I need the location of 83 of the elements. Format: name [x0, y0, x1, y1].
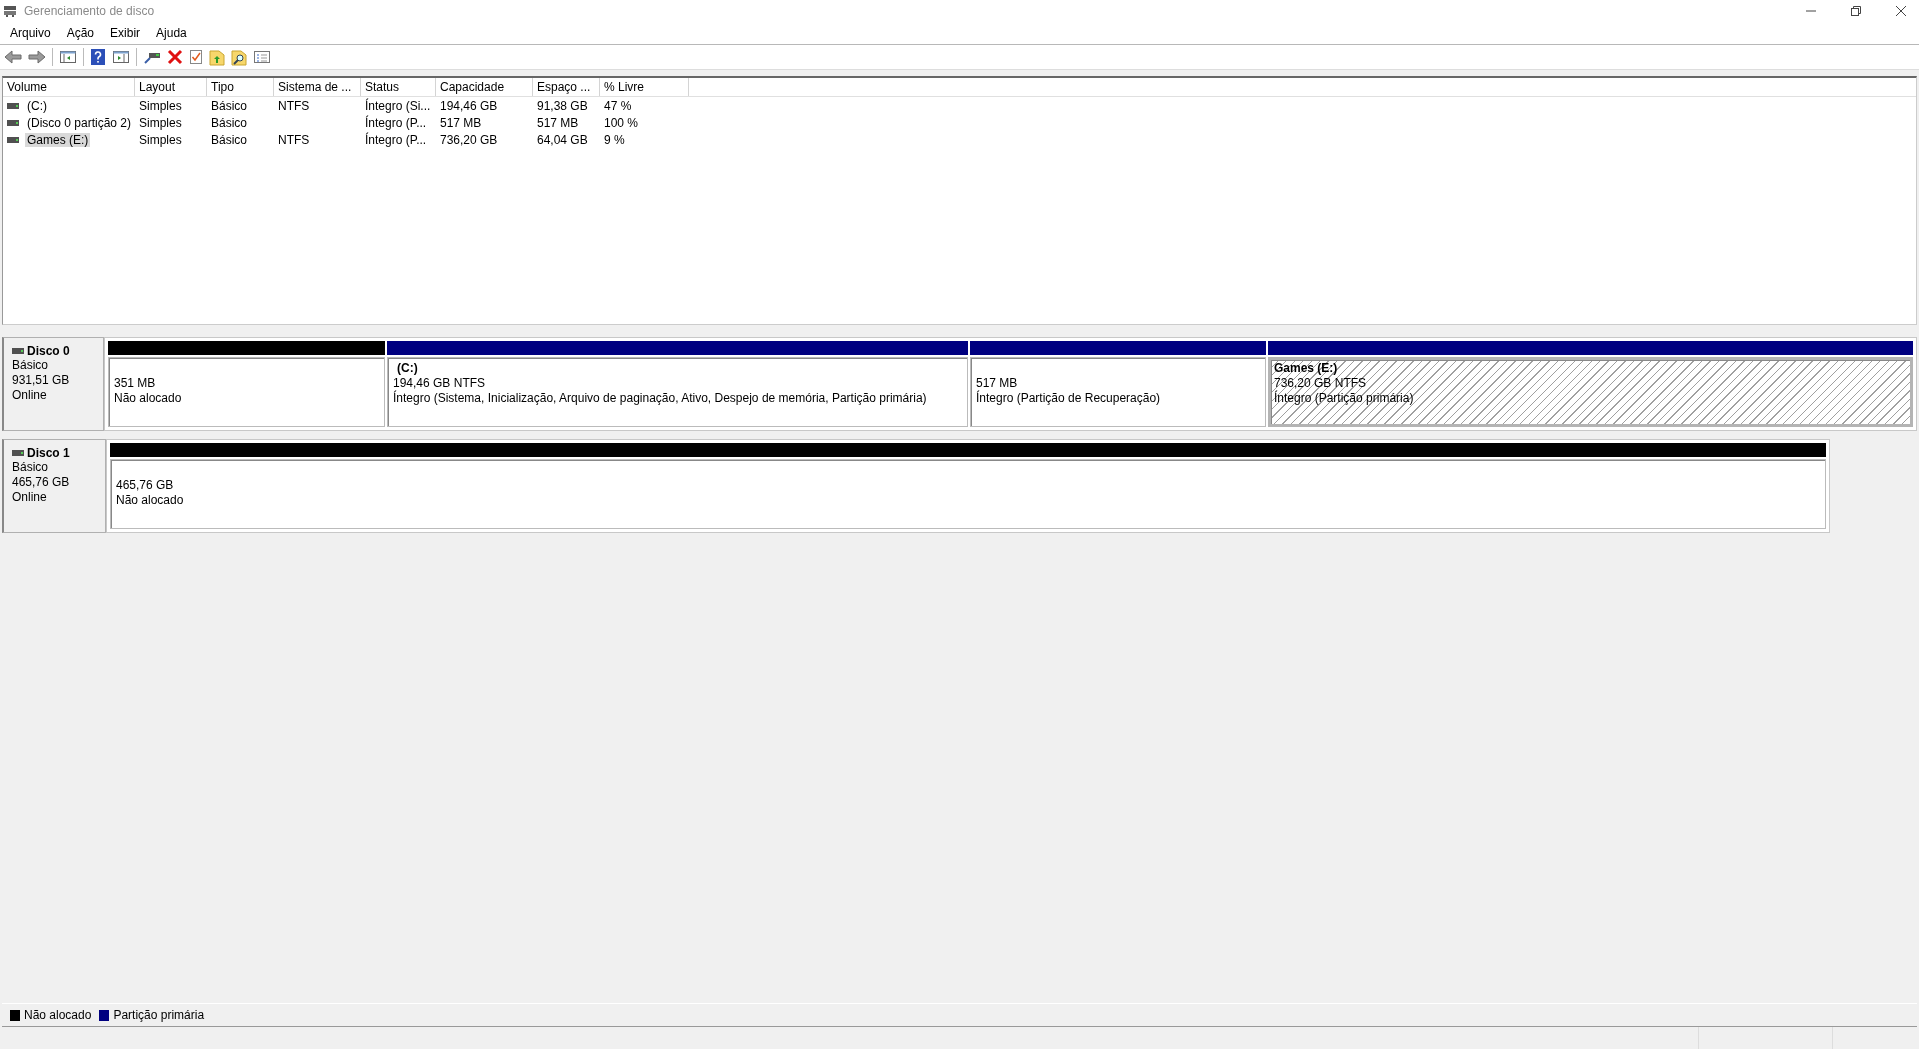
volume-list-item[interactable]: (Disco 0 partição 2): [25, 115, 134, 130]
partition-block[interactable]: 517 MB Íntegro (Partição de Recuperação): [970, 357, 1266, 427]
help-icon[interactable]: [90, 48, 106, 66]
menu-item[interactable]: Arquivo: [2, 23, 59, 43]
partition-info: 194,46 GB NTFS: [393, 376, 487, 390]
column-header[interactable]: Espaço ...: [533, 78, 600, 96]
disk-status: Online: [12, 388, 48, 403]
table-cell: Básico: [211, 132, 248, 147]
partition-info: 517 MB: [976, 376, 1019, 390]
disk-management-icon: [3, 5, 17, 17]
table-cell: 47 %: [604, 98, 632, 113]
drive-icon: [7, 102, 19, 109]
table-cell: Íntegro (Si...: [365, 98, 431, 113]
drive-icon: [12, 348, 24, 354]
partition-title: Games (E:): [1274, 361, 1339, 376]
drive-icon: [7, 119, 19, 126]
disk-name: Disco 0: [27, 344, 70, 358]
table-cell: Básico: [211, 115, 248, 130]
restore-icon[interactable]: [1850, 5, 1862, 17]
table-cell: Íntegro (P...: [365, 115, 427, 130]
console-tree-icon[interactable]: [59, 49, 77, 65]
partition-block[interactable]: 351 MB Não alocado: [108, 357, 385, 427]
table-cell: 64,04 GB: [537, 132, 588, 147]
disk-info-panel[interactable]: Disco 0 Básico 931,51 GB Online: [2, 337, 104, 431]
folder-search-icon[interactable]: [231, 48, 247, 66]
drive-icon: [7, 136, 19, 143]
table-cell: Íntegro (P...: [365, 132, 427, 147]
table-cell: Simples: [139, 132, 182, 147]
partition-info: Íntegro (Sistema, Inicialização, Arquivo de paginação, Ativo, Despejo de memória, Partição primária): [393, 391, 928, 406]
partition-info: Íntegro (Partição de Recuperação): [976, 391, 1162, 406]
disk-size: 931,51 GB: [12, 373, 71, 388]
column-header[interactable]: Tipo: [207, 78, 274, 96]
partition-title: (C:): [396, 361, 419, 376]
table-cell: Simples: [139, 98, 182, 113]
table-cell: NTFS: [278, 98, 310, 113]
partition-info: 465,76 GB: [116, 478, 175, 493]
table-cell: 517 MB: [440, 115, 482, 130]
partition-block[interactable]: 465,76 GB Não alocado: [110, 459, 1826, 529]
disk-name: Disco 1: [27, 446, 70, 460]
menu-item[interactable]: Ação: [58, 23, 103, 43]
properties-icon[interactable]: [189, 49, 203, 65]
table-cell: 194,46 GB: [440, 98, 498, 113]
partition-info: 351 MB: [114, 376, 157, 391]
volume-list-item[interactable]: Games (E:): [25, 132, 91, 147]
table-cell: NTFS: [278, 132, 310, 147]
partition-block[interactable]: (C:) 194,46 GB NTFS Íntegro (Sistema, Inicialização, Arquivo de paginação, Ativo, Despejo de memória, Partição primária): [387, 357, 968, 427]
column-header[interactable]: Capacidade: [436, 78, 533, 96]
disk-info-panel[interactable]: Disco 1 Básico 465,76 GB Online: [2, 439, 106, 533]
volume-list-item[interactable]: (C:): [25, 98, 49, 113]
column-header[interactable]: % Livre: [600, 78, 689, 96]
window-title: Gerenciamento de disco: [24, 4, 155, 18]
folder-up-icon[interactable]: [209, 48, 225, 66]
table-cell: 100 %: [604, 115, 639, 130]
column-header[interactable]: Volume: [3, 78, 135, 96]
drive-icon: [12, 450, 24, 456]
partition-info: Não alocado: [116, 493, 185, 508]
column-header[interactable]: Status: [361, 78, 436, 96]
disk-type: Básico: [12, 460, 50, 475]
legend-label: Partição primária: [113, 1008, 205, 1022]
forward-arrow-icon[interactable]: [28, 49, 46, 65]
column-header[interactable]: Sistema de ...: [274, 78, 361, 96]
list-view-icon[interactable]: [253, 49, 271, 65]
partition-block[interactable]: Games (E:) 736,20 GB NTFS Íntegro (Partição primária): [1268, 357, 1913, 427]
partition-info: 736,20 GB NTFS: [1274, 376, 1368, 390]
partition-info: Não alocado: [114, 391, 183, 406]
back-arrow-icon[interactable]: [4, 49, 22, 65]
table-cell: 91,38 GB: [537, 98, 588, 113]
table-cell: 517 MB: [537, 115, 579, 130]
menu-item[interactable]: Ajuda: [148, 23, 195, 43]
table-cell: 9 %: [604, 132, 625, 147]
action-pane-icon[interactable]: [112, 49, 130, 65]
disk-status: Online: [12, 490, 48, 505]
disk-size: 465,76 GB: [12, 475, 71, 490]
disk-type: Básico: [12, 358, 50, 373]
column-header[interactable]: Layout: [135, 78, 207, 96]
close-icon[interactable]: [1895, 5, 1907, 17]
table-cell: Básico: [211, 98, 248, 113]
menu-item[interactable]: Exibir: [102, 23, 149, 43]
delete-icon[interactable]: [167, 49, 183, 65]
table-cell: 736,20 GB: [440, 132, 498, 147]
legend-label: Não alocado: [24, 1008, 92, 1022]
partition-info: Íntegro (Partição primária): [1274, 391, 1415, 406]
table-cell: Simples: [139, 115, 182, 130]
